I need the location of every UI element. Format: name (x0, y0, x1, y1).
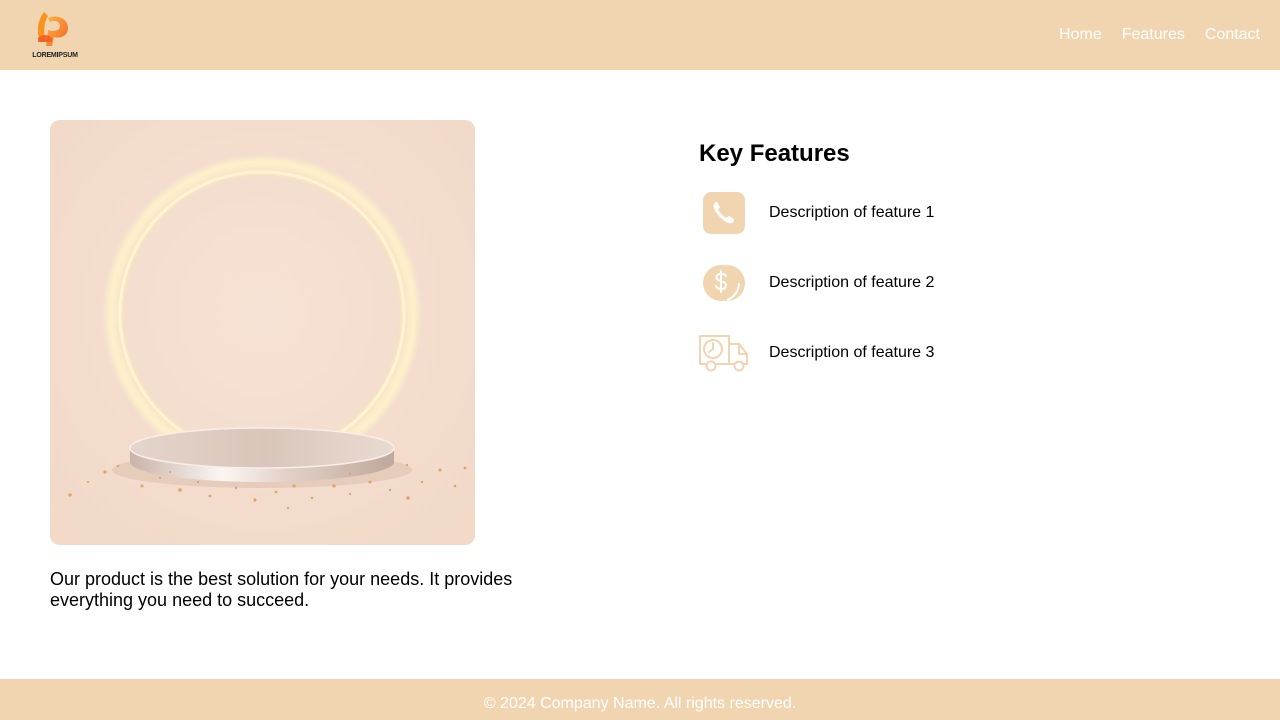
site-footer: © 2024 Company Name. All rights reserved… (0, 679, 1280, 720)
copyright-text: © 2024 Company Name. All rights reserved… (483, 695, 797, 712)
main-nav: Home Features Contact (1039, 0, 1260, 70)
site-header: LOREMIPSUM Home Features Contact (0, 0, 1280, 70)
coin-dollar-icon (699, 258, 749, 308)
phone-icon (699, 188, 749, 238)
feature-label: Description of feature 3 (769, 344, 935, 361)
key-features-section: Key Features Description of feature 1 De… (699, 140, 1199, 372)
feature-item-2: Description of feature 2 (699, 258, 1199, 308)
company-logo[interactable]: LOREMIPSUM (30, 8, 80, 62)
product-description: Our product is the best solution for you… (50, 569, 513, 610)
feature-item-1: Description of feature 1 (699, 188, 1199, 238)
podium-illustration (50, 120, 475, 545)
nav-link-features[interactable]: Features (1122, 26, 1185, 44)
delivery-truck-icon (699, 328, 749, 378)
logo-mark-icon (37, 12, 68, 46)
nav-link-home[interactable]: Home (1059, 26, 1102, 44)
logo-text: LOREMIPSUM (32, 52, 78, 59)
feature-label: Description of feature 1 (769, 204, 935, 221)
nav-link-contact[interactable]: Contact (1205, 26, 1260, 44)
features-title: Key Features (699, 140, 850, 167)
product-hero-image (50, 120, 475, 545)
feature-label: Description of feature 2 (769, 274, 935, 291)
feature-item-3: Description of feature 3 (699, 328, 1199, 378)
